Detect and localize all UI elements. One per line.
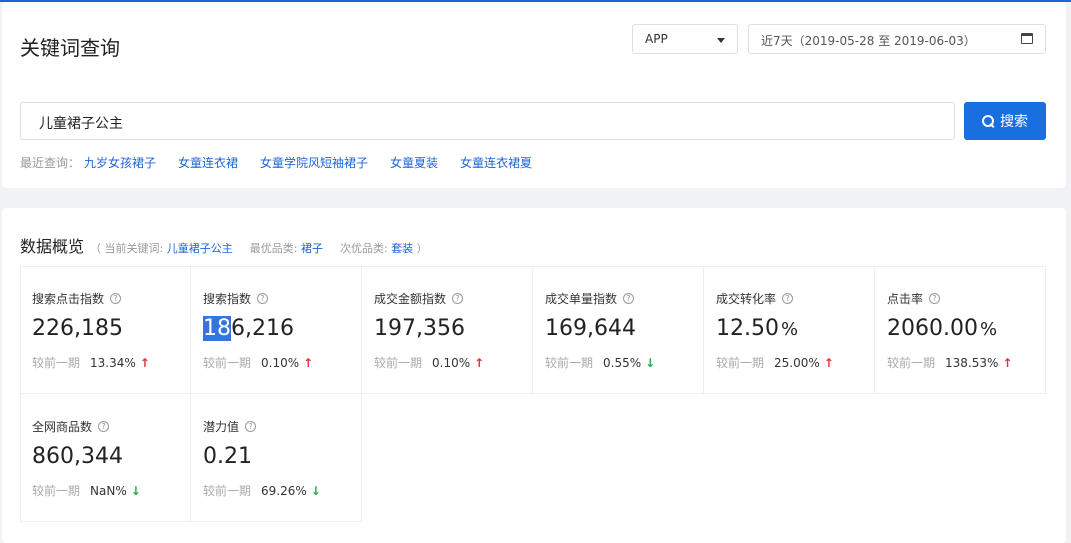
date-range-value: 近7天（2019-05-28 至 2019-06-03） (761, 34, 976, 48)
help-icon[interactable]: ? (98, 421, 110, 432)
search-input-value: 儿童裙子公主 (39, 116, 123, 132)
metric-label: 全网商品数 (32, 420, 93, 434)
metric-card-conversion-rate: 成交转化率? 12.50% 较前一期 25.00% ↑ (704, 266, 875, 394)
metric-label: 成交金额指数 (374, 292, 447, 306)
overview-header: 数据概览 （ 当前关键词: 儿童裙子公主 最优品类: 裙子 次优品类: 套装 ） (20, 233, 428, 257)
help-icon[interactable]: ? (929, 293, 941, 304)
metric-label: 成交单量指数 (545, 292, 618, 306)
metric-label: 点击率 (887, 292, 924, 306)
current-keyword: 儿童裙子公主 (166, 242, 233, 255)
metric-label: 搜索指数 (203, 292, 252, 306)
second-category: 套装 (391, 242, 414, 255)
best-category: 裙子 (300, 242, 323, 255)
arrow-down-icon: ↓ (310, 483, 321, 498)
recent-query-link[interactable]: 女童连衣裙 (178, 154, 238, 171)
metric-card-potential-value: 潜力值? 0.21 较前一期 69.26% ↓ (191, 394, 362, 522)
metric-card-click-rate: 点击率? 2060.00% 较前一期 138.53% ↑ (875, 266, 1046, 394)
metric-card-order-count-index: 成交单量指数? 169,644 较前一期 0.55% ↓ (533, 266, 704, 394)
help-icon[interactable]: ? (452, 293, 464, 304)
best-category-label: 最优品类: (249, 242, 298, 255)
data-overview-card: 数据概览 （ 当前关键词: 儿童裙子公主 最优品类: 裙子 次优品类: 套装 ）… (2, 208, 1066, 543)
metrics-grid: 搜索点击指数? 226,185 较前一期 13.34% ↑ 搜索指数? 186,21… (20, 266, 1046, 522)
metric-value: 186,216 (203, 316, 294, 341)
arrow-up-icon: ↑ (303, 355, 314, 370)
arrow-down-icon: ↓ (645, 355, 656, 370)
recent-query-link[interactable]: 九岁女孩裙子 (84, 154, 156, 171)
arrow-up-icon: ↑ (823, 355, 834, 370)
overview-title: 数据概览 (20, 237, 85, 256)
help-icon[interactable]: ? (782, 293, 794, 304)
text-selection-highlight: 18 (203, 316, 231, 341)
keyword-query-card: 关键词查询 APP 近7天（2019-05-28 至 2019-06-03） 儿… (2, 2, 1066, 188)
caret-down-icon (717, 38, 725, 43)
help-icon[interactable]: ? (245, 421, 257, 432)
metric-change: 较前一期 25.00% ↑ (716, 355, 834, 371)
metric-card-total-products: 全网商品数? 860,344 较前一期 NaN% ↓ (20, 394, 191, 522)
meta-paren-open: （ (90, 242, 102, 255)
platform-select[interactable]: APP (632, 24, 738, 54)
arrow-up-icon: ↑ (139, 355, 150, 370)
metric-change: 较前一期 138.53% ↑ (887, 355, 1013, 371)
meta-paren-close: ） (416, 242, 428, 255)
recent-query-link[interactable]: 女童学院风短袖裙子 (260, 154, 368, 171)
metric-label: 潜力值 (203, 420, 240, 434)
metric-card-gmv-index: 成交金额指数? 197,356 较前一期 0.10% ↑ (362, 266, 533, 394)
search-icon (982, 115, 994, 127)
second-category-label: 次优品类: (339, 242, 388, 255)
metric-change: 较前一期 NaN% ↓ (32, 483, 141, 499)
metric-card-search-index: 搜索指数? 186,216 较前一期 0.10% ↑ (191, 266, 362, 394)
help-icon[interactable]: ? (257, 293, 269, 304)
search-input[interactable]: 儿童裙子公主 (20, 102, 955, 140)
overview-meta: （ 当前关键词: 儿童裙子公主 最优品类: 裙子 次优品类: 套装 ） (90, 240, 428, 256)
metric-label: 成交转化率 (716, 292, 777, 306)
metric-value: 860,344 (32, 444, 123, 469)
metric-change: 较前一期 0.55% ↓ (545, 355, 656, 371)
arrow-down-icon: ↓ (130, 483, 141, 498)
platform-select-value: APP (645, 32, 668, 46)
metric-change: 较前一期 69.26% ↓ (203, 483, 321, 499)
metric-card-search-click-index: 搜索点击指数? 226,185 较前一期 13.34% ↑ (20, 266, 191, 394)
search-button[interactable]: 搜索 (964, 102, 1046, 140)
calendar-icon (1021, 33, 1033, 44)
metric-label: 搜索点击指数 (32, 292, 105, 306)
metric-change: 较前一期 0.10% ↑ (203, 355, 314, 371)
current-keyword-label: 当前关键词: (104, 242, 164, 255)
metric-value: 12.50% (716, 316, 799, 341)
recent-queries: 最近查询： 九岁女孩裙子 女童连衣裙 女童学院风短袖裙子 女童夏装 女童连衣裙夏 (20, 154, 554, 171)
help-icon[interactable]: ? (623, 293, 635, 304)
metric-change: 较前一期 13.34% ↑ (32, 355, 150, 371)
arrow-up-icon: ↑ (474, 355, 485, 370)
arrow-up-icon: ↑ (1002, 355, 1013, 370)
metric-value: 197,356 (374, 316, 465, 341)
metric-value: 169,644 (545, 316, 636, 341)
page-title: 关键词查询 (20, 36, 120, 60)
metric-value: 2060.00% (887, 316, 998, 341)
metric-value: 226,185 (32, 316, 123, 341)
recent-query-link[interactable]: 女童连衣裙夏 (460, 154, 532, 171)
recent-queries-label: 最近查询： (20, 156, 81, 170)
recent-query-link[interactable]: 女童夏装 (390, 154, 438, 171)
date-range-picker[interactable]: 近7天（2019-05-28 至 2019-06-03） (748, 24, 1046, 54)
metric-value: 0.21 (203, 444, 252, 469)
search-button-label: 搜索 (1000, 114, 1028, 130)
metric-change: 较前一期 0.10% ↑ (374, 355, 485, 371)
help-icon[interactable]: ? (110, 293, 122, 304)
